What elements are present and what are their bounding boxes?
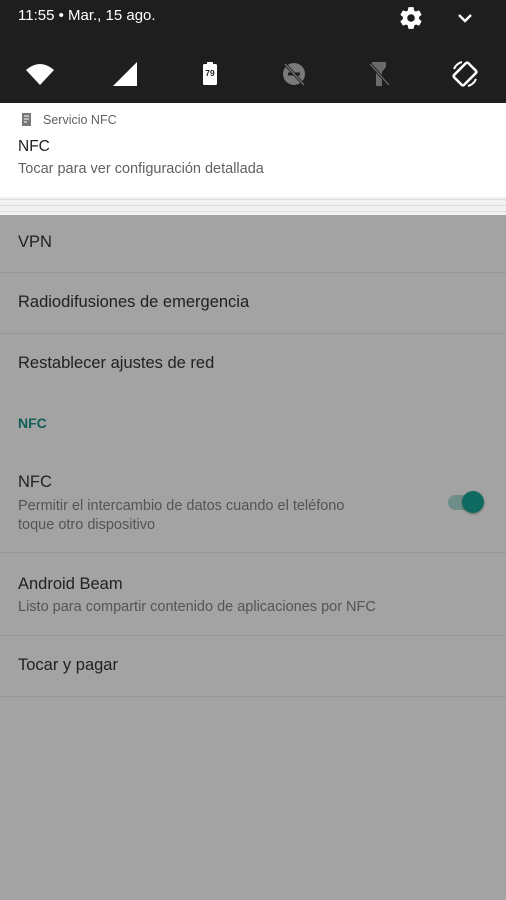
flashlight-off-icon <box>368 62 390 87</box>
tile-flashlight[interactable] <box>357 52 401 96</box>
quick-tiles: 79 <box>0 52 506 96</box>
notification-stack-edge <box>0 197 506 215</box>
settings-item-summary-line1: Permitir el intercambio de datos cuando … <box>18 498 345 514</box>
gear-icon[interactable] <box>398 5 424 31</box>
settings-item-vpn[interactable]: VPN <box>0 215 506 273</box>
battery-level: 79 <box>205 68 215 78</box>
settings-item-label: Restablecer ajustes de red <box>18 354 215 372</box>
settings-item-label: NFC <box>18 473 52 491</box>
tile-wifi[interactable] <box>18 52 62 96</box>
cell-signal-icon <box>113 62 137 86</box>
settings-item-emergency-broadcasts[interactable]: Radiodifusiones de emergencia <box>0 273 506 334</box>
tile-auto-rotate[interactable] <box>443 52 487 96</box>
notification-title: NFC <box>18 138 50 155</box>
wifi-icon <box>26 64 54 85</box>
settings-item-summary: Listo para compartir contenido de aplica… <box>18 599 376 615</box>
quick-settings-panel: 11:55 • Mar., 15 ago. 79 <box>0 0 506 103</box>
nfc-toggle-switch[interactable] <box>446 488 486 518</box>
settings-item-label: VPN <box>18 233 52 251</box>
settings-item-summary-line2: toque otro dispositivo <box>18 517 156 533</box>
auto-rotate-icon <box>452 61 478 87</box>
nfc-notification[interactable]: Servicio NFC NFC Tocar para ver configur… <box>0 103 506 197</box>
tile-do-not-disturb[interactable] <box>272 52 316 96</box>
settings-item-label: Radiodifusiones de emergencia <box>18 293 250 311</box>
nfc-service-icon <box>22 113 31 126</box>
notification-app-name: Servicio NFC <box>43 112 117 127</box>
settings-item-label: Tocar y pagar <box>18 656 118 674</box>
notification-text: Tocar para ver configuración detallada <box>18 161 264 177</box>
section-header-nfc: NFC <box>18 415 47 431</box>
tile-mobile-signal[interactable] <box>103 52 147 96</box>
status-row: 11:55 • Mar., 15 ago. <box>0 0 506 34</box>
toggle-thumb <box>462 491 484 513</box>
settings-item-tap-and-pay[interactable]: Tocar y pagar <box>0 636 506 697</box>
status-time-date: 11:55 • Mar., 15 ago. <box>18 7 156 24</box>
settings-item-reset-network[interactable]: Restablecer ajustes de red <box>0 334 506 395</box>
notification-header: Servicio NFC <box>20 112 117 127</box>
chevron-down-icon[interactable] <box>452 6 478 30</box>
tile-battery[interactable]: 79 <box>188 52 232 96</box>
settings-item-label: Android Beam <box>18 575 123 593</box>
dnd-off-icon <box>283 62 306 87</box>
settings-item-nfc[interactable]: NFC Permitir el intercambio de datos cua… <box>0 455 506 553</box>
settings-item-android-beam[interactable]: Android Beam Listo para compartir conten… <box>0 553 506 636</box>
